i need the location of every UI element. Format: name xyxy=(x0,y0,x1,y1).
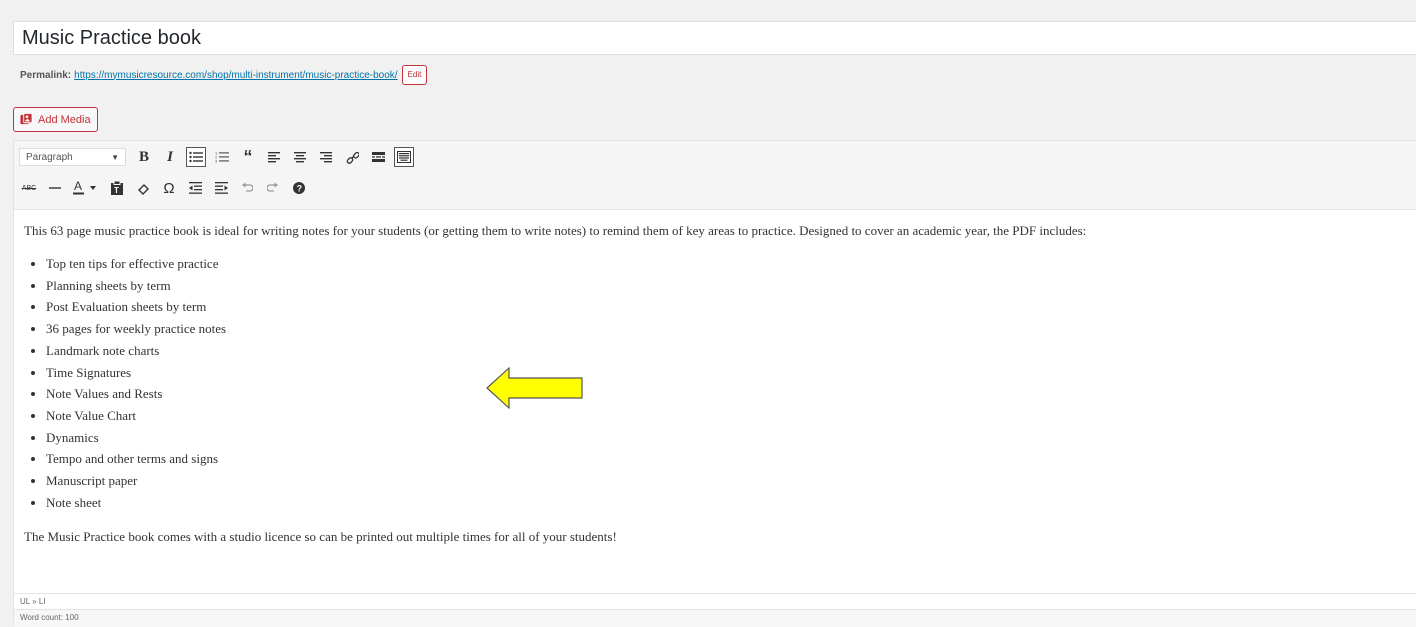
bold-button[interactable]: B xyxy=(134,147,154,167)
bulleted-list-icon xyxy=(189,151,203,163)
increase-indent-button[interactable] xyxy=(211,178,231,198)
align-right-button[interactable] xyxy=(316,147,336,167)
svg-text:?: ? xyxy=(297,183,303,193)
format-dropdown[interactable]: Paragraph ▼ xyxy=(19,148,126,166)
link-icon xyxy=(346,151,359,164)
list-item: Dynamics xyxy=(46,427,1414,449)
chevron-down-icon: ▼ xyxy=(111,152,119,162)
indent-icon xyxy=(214,182,228,194)
list-item: Note Values and Rests xyxy=(46,383,1414,405)
text-color-button[interactable]: A xyxy=(71,178,101,198)
editor-content[interactable]: This 63 page music practice book is idea… xyxy=(24,221,1414,547)
add-media-button[interactable]: Add Media xyxy=(13,107,98,132)
keyboard-icon xyxy=(397,151,411,163)
list-item: Top ten tips for effective practice xyxy=(46,253,1414,275)
svg-text:A: A xyxy=(74,180,82,193)
list-item: Tempo and other terms and signs xyxy=(46,448,1414,470)
add-media-icon xyxy=(20,113,33,125)
element-path: UL » LI xyxy=(14,593,1416,609)
clipboard-icon: T xyxy=(111,181,123,195)
word-count: Word count: 100 xyxy=(14,609,1416,627)
align-center-icon xyxy=(294,151,306,162)
blockquote-button[interactable]: “ xyxy=(238,147,258,167)
list-item: Post Evaluation sheets by term xyxy=(46,296,1414,318)
permalink-edit-button[interactable]: Edit xyxy=(401,65,428,85)
align-left-icon xyxy=(268,151,280,162)
format-dropdown-value: Paragraph xyxy=(26,151,73,163)
permalink-label: Permalink: xyxy=(20,69,72,81)
help-icon: ? xyxy=(293,182,305,194)
editor-toolbar: Paragraph ▼ B I 123 “ ABC A T Ω ? xyxy=(14,141,1416,210)
toolbar-row-2: ABC A T Ω ? xyxy=(19,177,315,199)
intro-paragraph: This 63 page music practice book is idea… xyxy=(24,223,1087,238)
redo-button[interactable] xyxy=(263,178,283,198)
help-button[interactable]: ? xyxy=(289,178,309,198)
undo-button[interactable] xyxy=(237,178,257,198)
svg-text:3: 3 xyxy=(215,159,218,164)
list-item: Note sheet xyxy=(46,492,1414,514)
strikethrough-icon: ABC xyxy=(21,184,37,192)
permalink-bar: Permalink: https://mymusicresource.com/s… xyxy=(20,64,428,86)
list-item: Note Value Chart xyxy=(46,405,1414,427)
permalink-url[interactable]: https://mymusicresource.com/shop/multi-i… xyxy=(74,70,397,81)
special-character-button[interactable]: Ω xyxy=(159,178,179,198)
decrease-indent-button[interactable] xyxy=(185,178,205,198)
eraser-icon xyxy=(137,183,149,195)
clear-formatting-button[interactable] xyxy=(133,178,153,198)
read-more-button[interactable] xyxy=(368,147,388,167)
post-title-input[interactable] xyxy=(13,21,1416,55)
undo-icon xyxy=(242,182,253,192)
insert-link-button[interactable] xyxy=(342,147,362,167)
outdent-icon xyxy=(188,182,202,194)
list-item: Manuscript paper xyxy=(46,470,1414,492)
horizontal-line-icon xyxy=(49,187,61,189)
add-media-label: Add Media xyxy=(38,113,91,126)
omega-icon: Ω xyxy=(163,179,175,197)
toolbar-toggle-button[interactable] xyxy=(394,147,414,167)
svg-text:T: T xyxy=(114,186,119,195)
yellow-arrow-annotation xyxy=(486,367,583,409)
quote-icon: “ xyxy=(243,146,253,167)
numbered-list-icon: 123 xyxy=(215,151,229,163)
list-item: Landmark note charts xyxy=(46,340,1414,362)
text-color-icon: A xyxy=(73,180,96,195)
list-item: Planning sheets by term xyxy=(46,275,1414,297)
paste-as-text-button[interactable]: T xyxy=(107,178,127,198)
includes-list: Top ten tips for effective practice Plan… xyxy=(24,253,1414,513)
bulleted-list-button[interactable] xyxy=(186,147,206,167)
strikethrough-button[interactable]: ABC xyxy=(19,178,39,198)
list-item: Time Signatures xyxy=(46,362,1414,384)
align-right-icon xyxy=(320,151,332,162)
italic-button[interactable]: I xyxy=(160,147,180,167)
outro-paragraph: The Music Practice book comes with a stu… xyxy=(24,529,617,545)
read-more-icon xyxy=(371,152,385,162)
toolbar-row-1: Paragraph ▼ B I 123 “ xyxy=(19,146,420,168)
list-item: 36 pages for weekly practice notes xyxy=(46,318,1414,340)
align-left-button[interactable] xyxy=(264,147,284,167)
numbered-list-button[interactable]: 123 xyxy=(212,147,232,167)
horizontal-line-button[interactable] xyxy=(45,178,65,198)
content-editor: Paragraph ▼ B I 123 “ ABC A T Ω ? This 6… xyxy=(13,140,1416,627)
align-center-button[interactable] xyxy=(290,147,310,167)
redo-icon xyxy=(267,182,278,192)
